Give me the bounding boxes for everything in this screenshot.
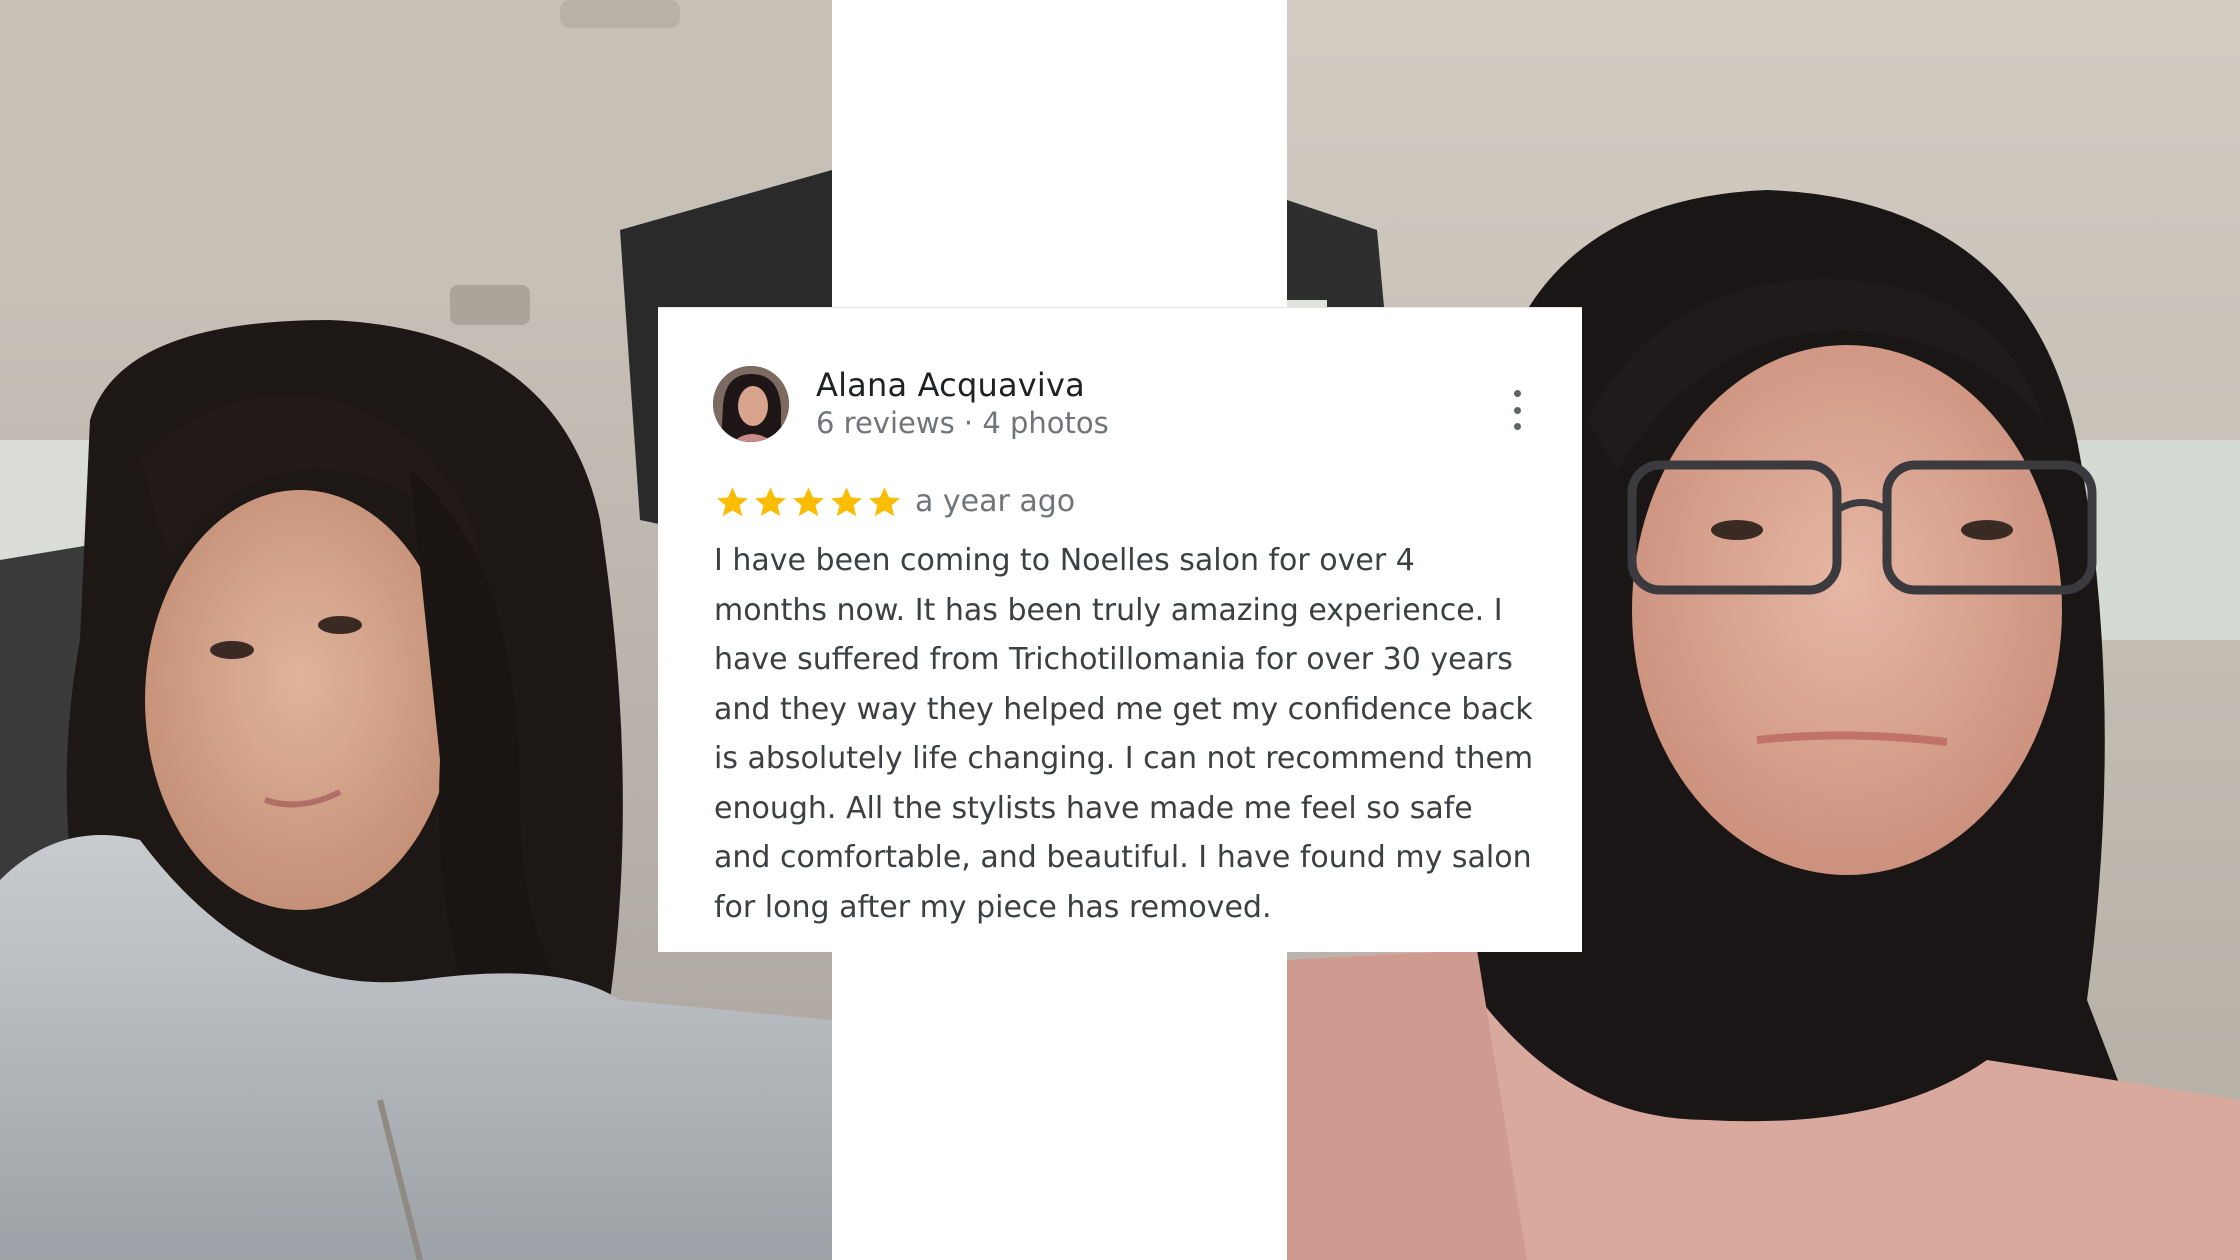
- reviewer-avatar-image: [713, 366, 789, 442]
- star-icon: [793, 487, 824, 517]
- reviewer-name[interactable]: Alana Acquaviva: [816, 366, 1085, 404]
- star-icon: [831, 487, 862, 517]
- review-text: I have been coming to Noelles salon for …: [714, 543, 1534, 925]
- review-date: a year ago: [915, 484, 1076, 519]
- reviewer-stats: 6 reviews · 4 photos: [816, 406, 1109, 440]
- reviewer-avatar[interactable]: [713, 366, 789, 442]
- star-icon: [869, 487, 900, 517]
- star-icon: [717, 487, 748, 517]
- more-vert-icon[interactable]: [1510, 390, 1524, 430]
- star-icon: [755, 487, 786, 517]
- star-rating: [714, 484, 903, 520]
- review-card: Alana Acquaviva 6 reviews · 4 photos a y…: [658, 307, 1582, 952]
